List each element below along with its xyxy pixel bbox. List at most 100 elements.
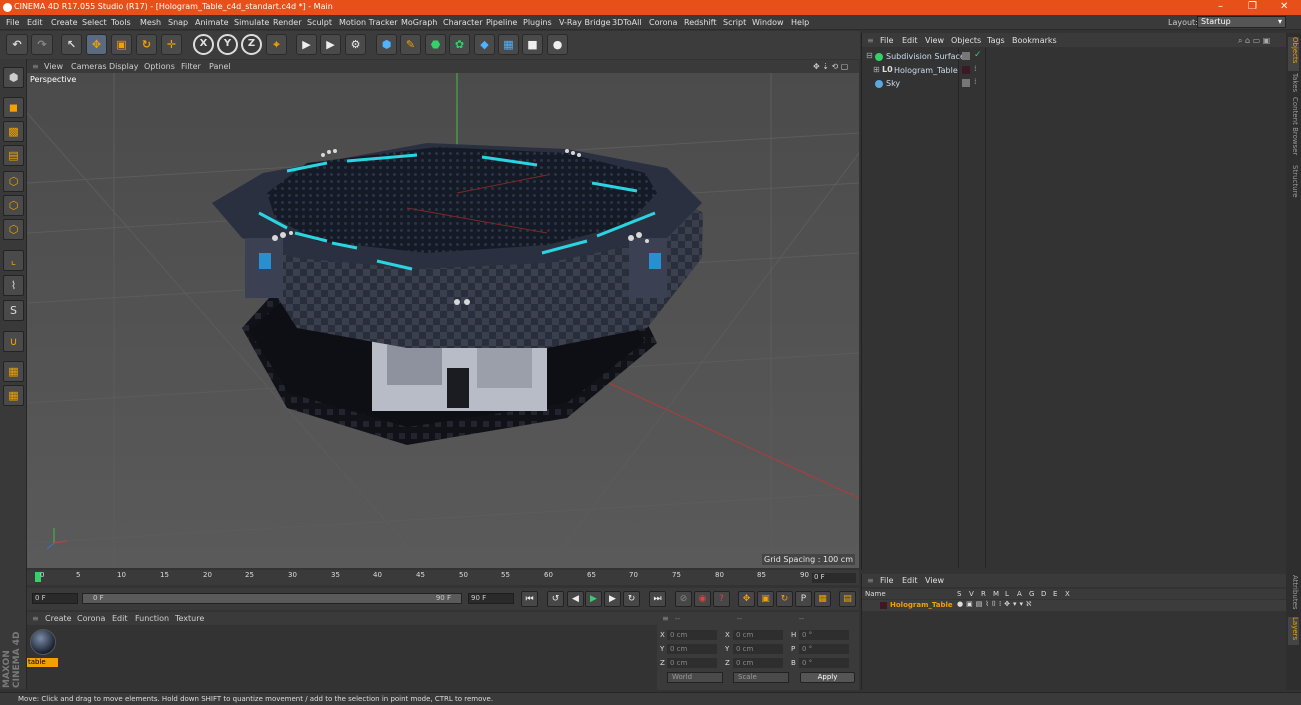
viewport-menu-filter[interactable]: Filter (181, 62, 201, 71)
texture-mode-icon[interactable]: ▩ (3, 121, 24, 142)
light-bulb-icon[interactable]: ● (547, 34, 568, 55)
menu-window[interactable]: Window (752, 18, 784, 27)
array-mograph-icon[interactable]: ✿ (449, 34, 470, 55)
menu-animate[interactable]: Animate (195, 18, 229, 27)
menu-help[interactable]: Help (791, 18, 809, 27)
next-frame-icon[interactable]: ▶ (604, 591, 621, 607)
floor-environment-icon[interactable]: ▦ (498, 34, 519, 55)
timeline-window-icon[interactable]: ▤ (839, 591, 856, 607)
apply-button[interactable]: Apply (800, 672, 855, 683)
cube-primitive-icon[interactable]: ⬢ (376, 34, 397, 55)
model-mode-icon[interactable]: ◼ (3, 97, 24, 118)
render-picture-viewer-icon[interactable]: ▶ (320, 34, 341, 55)
material-menu-edit[interactable]: Edit (112, 614, 128, 623)
object-menu-view[interactable]: View (925, 36, 944, 45)
menu-render[interactable]: Render (273, 18, 301, 27)
end-frame-field[interactable]: 90 F (468, 593, 514, 604)
menu-file[interactable]: File (6, 18, 19, 27)
viewport-menu-options[interactable]: Options (144, 62, 175, 71)
object-menu-edit[interactable]: Edit (902, 36, 918, 45)
coord-rot-h-field[interactable]: 0 ° (799, 630, 849, 640)
go-to-start-icon[interactable]: ⏮ (521, 591, 538, 607)
restore-button[interactable]: ❐ (1248, 1, 1257, 12)
next-key-icon[interactable]: ↻ (623, 591, 640, 607)
menu-3dtoall[interactable]: 3DToAll (612, 18, 642, 27)
play-forward-icon[interactable]: ▶ (585, 591, 602, 607)
workplane-grid-icon[interactable]: ▦ (3, 361, 24, 382)
redo-icon[interactable]: ↷ (31, 34, 53, 55)
object-menu-bookmarks[interactable]: Bookmarks (1012, 36, 1057, 45)
layer-menu-view[interactable]: View (925, 576, 944, 585)
polygons-mode-icon[interactable]: ⬡ (3, 219, 24, 240)
move-tool-icon[interactable]: ✥ (86, 34, 107, 55)
start-frame-field[interactable]: 0 F (32, 593, 78, 604)
undo-icon[interactable]: ↶ (6, 34, 28, 55)
size-mode-dropdown[interactable]: Scale (733, 672, 789, 683)
menu-sculpt[interactable]: Sculpt (307, 18, 332, 27)
points-mode-icon[interactable]: ⬡ (3, 171, 24, 192)
key-parameter-icon[interactable]: P (795, 591, 812, 607)
current-frame-field[interactable]: 0 F (812, 573, 856, 583)
tab-structure[interactable]: Structure (1288, 165, 1299, 205)
menu-mograph[interactable]: MoGraph (401, 18, 437, 27)
menu-simulate[interactable]: Simulate (234, 18, 269, 27)
enabled-check-icon[interactable]: ✓ (974, 50, 982, 60)
object-menu-file[interactable]: File (880, 36, 893, 45)
select-cursor-icon[interactable]: ↖ (61, 34, 82, 55)
tab-takes[interactable]: Takes (1288, 73, 1299, 95)
record-active-icon[interactable]: ⊘ (675, 591, 692, 607)
coord-rot-b-field[interactable]: 0 ° (799, 658, 849, 668)
spline-pen-icon[interactable]: ✎ (400, 34, 421, 55)
visibility-dots-icon[interactable]: ⁞ (974, 64, 977, 73)
layer-color-swatch[interactable] (880, 602, 887, 609)
visibility-toggle-icon[interactable] (962, 52, 970, 60)
rotate-tool-icon[interactable]: ↻ (136, 34, 157, 55)
coord-size-y-field[interactable]: 0 cm (733, 644, 783, 654)
make-editable-icon[interactable]: ⬢ (3, 67, 24, 88)
previous-frame-icon[interactable]: ◀ (567, 591, 584, 607)
object-row-subdivision-surface[interactable]: ⊟ Subdivision Surface ✓ (862, 50, 1286, 63)
menu-pipeline[interactable]: Pipeline (486, 18, 517, 27)
object-manager-search-icon[interactable]: ⌕ ⌂ ▭ ▣ (1238, 36, 1270, 46)
layer-menu-edit[interactable]: Edit (902, 576, 918, 585)
scale-tool-icon[interactable]: ▣ (111, 34, 132, 55)
layer-toggle-icons[interactable]: ●▣▤⌇⌷⁞✥▾▾ℵ (957, 600, 1034, 609)
layer-menu-file[interactable]: File (880, 576, 893, 585)
menu-character[interactable]: Character (443, 18, 483, 27)
coord-rot-p-field[interactable]: 0 ° (799, 644, 849, 654)
viewport-navigation-icons[interactable]: ✥ ⇣ ⟲ ▢ (813, 62, 848, 71)
material-menu-function[interactable]: Function (135, 614, 169, 623)
menu-mesh[interactable]: Mesh (140, 18, 161, 27)
coord-pos-z-field[interactable]: 0 cm (667, 658, 717, 668)
menu-snap[interactable]: Snap (168, 18, 188, 27)
layer-row[interactable]: Hologram_Table ●▣▤⌇⌷⁞✥▾▾ℵ (862, 600, 1286, 611)
layer-color-icon[interactable] (962, 66, 970, 74)
previous-key-icon[interactable]: ↺ (547, 591, 564, 607)
preview-range-slider[interactable]: 0 F 90 F (82, 593, 462, 604)
transform-tool-icon[interactable]: ✛ (161, 34, 182, 55)
menu-create[interactable]: Create (51, 18, 78, 27)
expand-icon[interactable]: ⊞ (873, 65, 880, 74)
material-menu-create[interactable]: Create (45, 614, 72, 623)
material-menu-texture[interactable]: Texture (175, 614, 204, 623)
minimize-button[interactable]: – (1218, 1, 1223, 12)
close-button[interactable]: ✕ (1280, 1, 1288, 12)
coord-pos-x-field[interactable]: 0 cm (667, 630, 717, 640)
coordinate-system-icon[interactable]: ⌖ (266, 34, 287, 55)
coordinate-mode-dropdown[interactable]: World (667, 672, 723, 683)
coord-pos-y-field[interactable]: 0 cm (667, 644, 717, 654)
coord-size-z-field[interactable]: 0 cm (733, 658, 783, 668)
material-swatch[interactable]: table (27, 626, 59, 670)
x-axis-lock-button[interactable]: X (193, 34, 214, 55)
autokey-icon[interactable]: ◉ (694, 591, 711, 607)
tab-layers[interactable]: Layers (1288, 617, 1299, 645)
y-axis-lock-button[interactable]: Y (217, 34, 238, 55)
menu-corona[interactable]: Corona (649, 18, 677, 27)
menu-redshift[interactable]: Redshift (684, 18, 716, 27)
key-position-icon[interactable]: ✥ (738, 591, 755, 607)
viewport-menu-display[interactable]: Display (109, 62, 139, 71)
coord-size-x-field[interactable]: 0 cm (733, 630, 783, 640)
menu-script[interactable]: Script (723, 18, 746, 27)
viewport-menu-cameras[interactable]: Cameras (71, 62, 107, 71)
object-menu-tags[interactable]: Tags (987, 36, 1005, 45)
